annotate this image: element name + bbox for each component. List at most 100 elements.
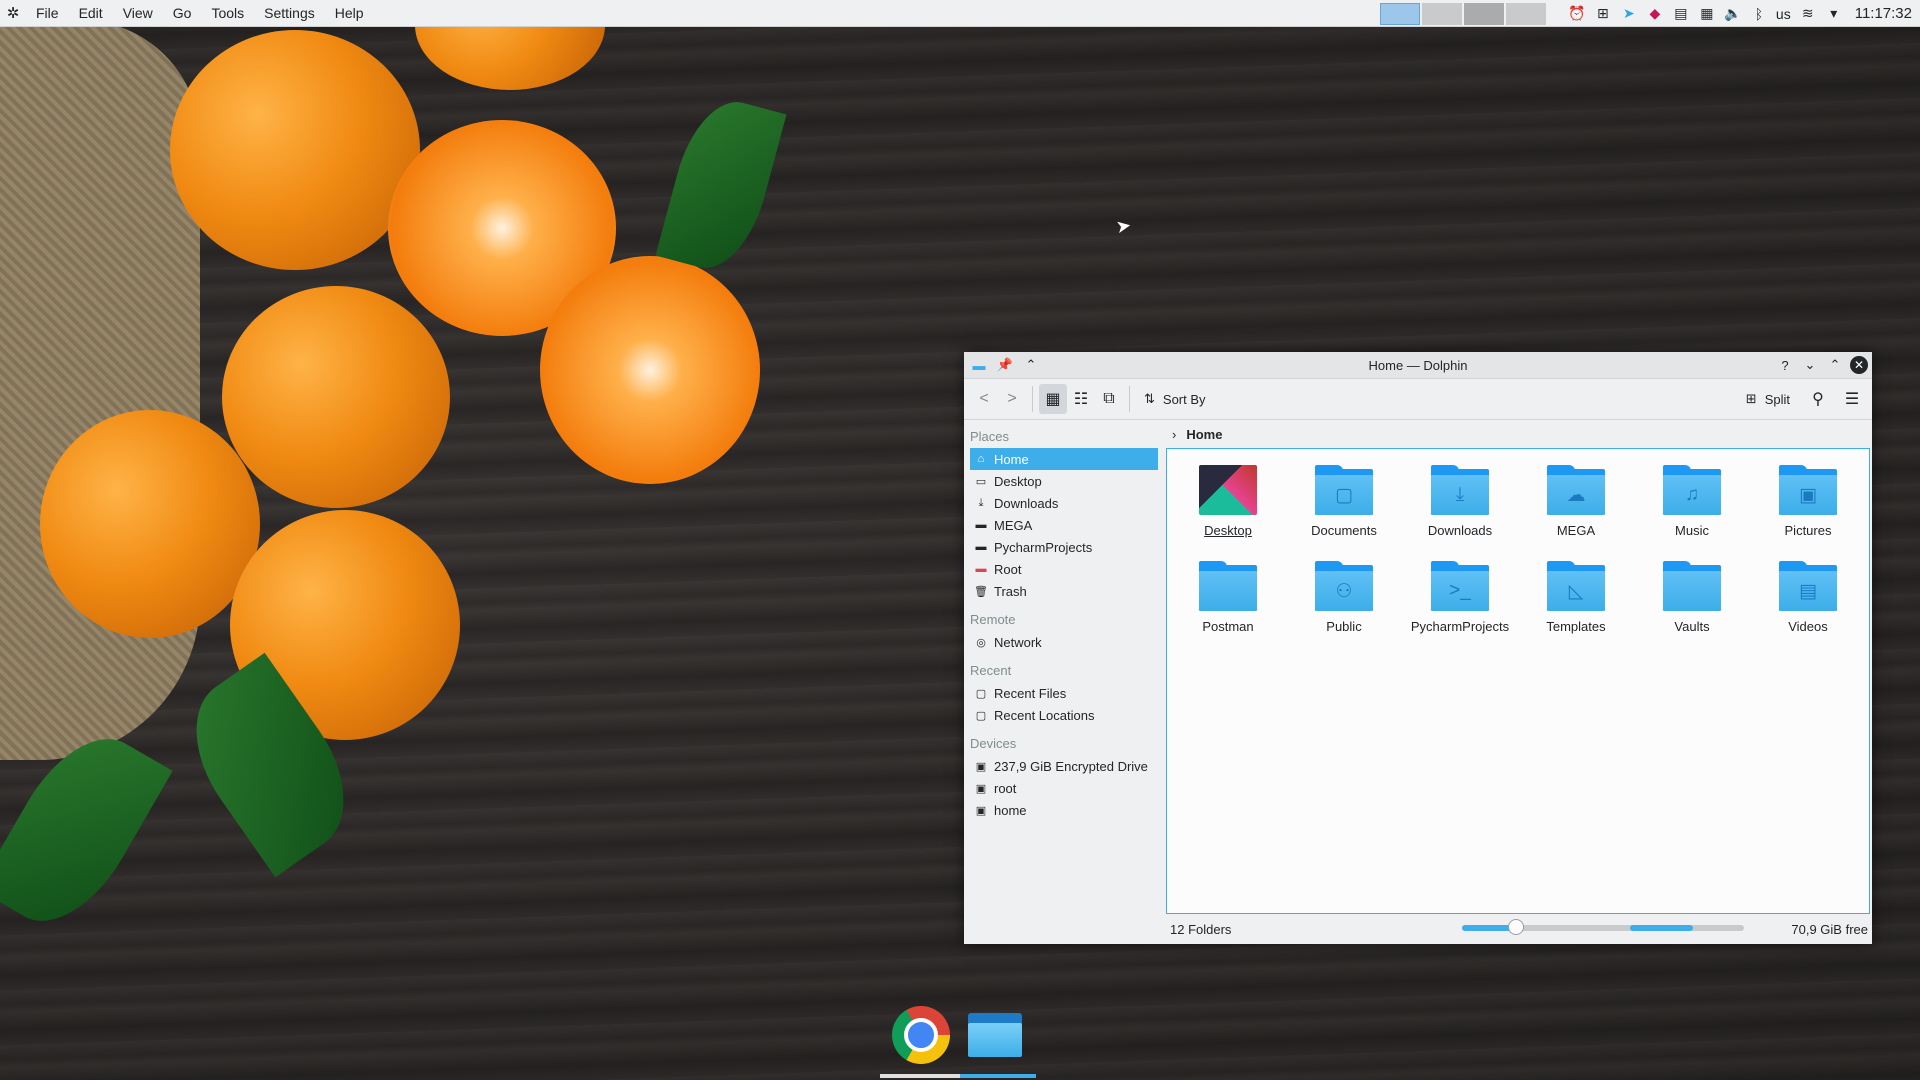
breadcrumb-current[interactable]: Home: [1186, 427, 1222, 442]
folder-postman[interactable]: Postman: [1170, 557, 1286, 653]
place-desktop[interactable]: ▭ Desktop: [970, 470, 1158, 492]
desktop-2[interactable]: [1421, 2, 1462, 25]
desktop-1[interactable]: [1379, 2, 1420, 25]
help-icon[interactable]: ?: [1775, 355, 1795, 375]
volume-icon[interactable]: 🔈: [1724, 5, 1742, 23]
place-downloads[interactable]: ⤓ Downloads: [970, 492, 1158, 514]
icons-view-button[interactable]: ▦: [1039, 384, 1067, 414]
place-label: Trash: [994, 583, 1027, 599]
window-title: Home — Dolphin: [1368, 357, 1468, 373]
folder-label: Desktop: [1204, 523, 1252, 538]
place-mega[interactable]: ▬ MEGA: [970, 514, 1158, 536]
folder-label: Documents: [1311, 523, 1377, 538]
wallpaper-orange-half: [540, 256, 760, 484]
wallpaper-leaf: [655, 91, 787, 279]
keyboard-layout[interactable]: us: [1776, 6, 1791, 22]
details-view-button[interactable]: ⧉: [1095, 384, 1123, 414]
menu-help[interactable]: Help: [325, 0, 374, 27]
menu-edit[interactable]: Edit: [69, 0, 113, 27]
trash-icon: 🗑: [974, 585, 988, 598]
place-network[interactable]: ◎ Network: [970, 631, 1158, 653]
place-root[interactable]: ▬ Root: [970, 558, 1158, 580]
folder-downloads[interactable]: ⤓ Downloads: [1402, 461, 1518, 557]
menu-go[interactable]: Go: [163, 0, 202, 27]
network-grid-icon[interactable]: ⊞: [1594, 5, 1612, 23]
place-recent-locations[interactable]: ▢ Recent Locations: [970, 704, 1158, 726]
download-icon: ⤓: [978, 496, 984, 509]
folder-desktop[interactable]: Desktop: [1170, 461, 1286, 557]
app-cube-icon[interactable]: ◆: [1646, 5, 1664, 23]
alarm-icon[interactable]: ⏰: [1568, 5, 1586, 23]
folder-icon: [1199, 561, 1257, 611]
folder-label: Music: [1675, 523, 1709, 538]
telegram-icon[interactable]: ➤: [1620, 5, 1638, 23]
forward-button[interactable]: >: [998, 384, 1026, 414]
folder-pycharmprojects[interactable]: >_ PycharmProjects: [1402, 557, 1518, 653]
recent-locations-icon: ▢: [975, 709, 987, 722]
hamburger-menu-icon[interactable]: ☰: [1838, 384, 1866, 414]
place-home[interactable]: ⌂ Home: [970, 448, 1158, 470]
pin-icon[interactable]: 📌: [995, 355, 1015, 375]
folder-music[interactable]: ♫ Music: [1634, 461, 1750, 557]
folder-vaults[interactable]: Vaults: [1634, 557, 1750, 653]
encrypted-drive-icon: ▣: [975, 760, 987, 773]
dolphin-window: ▬ 📌 ⌃ Home — Dolphin ? ⌄ ⌃ ✕ < > ▦ ☷ ⧉ ⇅…: [964, 352, 1872, 944]
place-pycharmprojects[interactable]: ▬ PycharmProjects: [970, 536, 1158, 558]
network-icon: ◎: [976, 636, 986, 649]
place-label: Network: [994, 634, 1042, 650]
folder-templates[interactable]: ◺ Templates: [1518, 557, 1634, 653]
desktop-4[interactable]: [1505, 2, 1546, 25]
back-button[interactable]: <: [970, 384, 998, 414]
zoom-slider-handle[interactable]: [1508, 919, 1524, 935]
window-titlebar[interactable]: ▬ 📌 ⌃ Home — Dolphin ? ⌄ ⌃ ✕: [964, 352, 1872, 379]
tray-expand-icon[interactable]: ▾: [1825, 5, 1843, 23]
sort-by-button[interactable]: ⇅ Sort By: [1136, 384, 1214, 414]
folder-icon: ▬: [975, 541, 987, 553]
keep-above-icon[interactable]: ⌃: [1021, 355, 1041, 375]
close-icon[interactable]: ✕: [1850, 356, 1868, 374]
maximize-icon[interactable]: ⌃: [1825, 355, 1845, 375]
system-tray: ⏰ ⊞ ➤ ◆ ▤ ▦ 🔈 ᛒ us ≋ ▾ 11:17:32: [1379, 0, 1912, 27]
folder-label: PycharmProjects: [1410, 619, 1510, 634]
chrome-launcher[interactable]: [890, 1004, 952, 1066]
place-recent-files[interactable]: ▢ Recent Files: [970, 682, 1158, 704]
device-encrypted-drive[interactable]: ▣ 237,9 GiB Encrypted Drive: [970, 755, 1158, 777]
menu-view[interactable]: View: [113, 0, 163, 27]
breadcrumb-chevron-icon[interactable]: ›: [1172, 427, 1176, 442]
folder-mega[interactable]: ☁ MEGA: [1518, 461, 1634, 557]
minimize-icon[interactable]: ⌄: [1800, 355, 1820, 375]
menu-file[interactable]: File: [26, 0, 69, 27]
folder-videos[interactable]: ▤ Videos: [1750, 557, 1866, 653]
split-button[interactable]: ⊞ Split: [1738, 384, 1798, 414]
place-label: PycharmProjects: [994, 539, 1093, 555]
file-manager-launcher[interactable]: [964, 1004, 1026, 1066]
breadcrumb[interactable]: › Home: [1166, 423, 1872, 445]
clock[interactable]: 11:17:32: [1855, 5, 1912, 22]
free-space-bar-fill: [1630, 925, 1693, 931]
folder-documents[interactable]: ▢ Documents: [1286, 461, 1402, 557]
app-launcher-icon[interactable]: ✲: [0, 4, 26, 22]
devices-icon[interactable]: ▦: [1698, 5, 1716, 23]
compact-view-button[interactable]: ☷: [1067, 384, 1095, 414]
place-trash[interactable]: 🗑 Trash: [970, 580, 1158, 602]
menu-settings[interactable]: Settings: [254, 0, 325, 27]
device-root[interactable]: ▣ root: [970, 777, 1158, 799]
folder-view[interactable]: Desktop ▢ Documents ⤓ Downloads ☁ MEGA ♫ Music ▣ P…: [1166, 448, 1870, 914]
search-icon[interactable]: ⚲: [1804, 384, 1832, 414]
menu-tools[interactable]: Tools: [201, 0, 254, 27]
folder-label: Downloads: [1427, 523, 1493, 538]
folder-public[interactable]: ⚇ Public: [1286, 557, 1402, 653]
wifi-icon[interactable]: ≋: [1799, 5, 1817, 23]
folder-icon: [1663, 561, 1721, 611]
folder-icon: ▤: [1779, 561, 1837, 611]
folder-label: Public: [1326, 619, 1362, 634]
desktop-3[interactable]: [1463, 2, 1504, 25]
recent-header: Recent: [970, 663, 1012, 678]
folder-pictures[interactable]: ▣ Pictures: [1750, 461, 1866, 557]
device-home[interactable]: ▣ home: [970, 799, 1158, 821]
clipboard-icon[interactable]: ▤: [1672, 5, 1690, 23]
zoom-slider[interactable]: [1462, 919, 1658, 935]
bluetooth-icon[interactable]: ᛒ: [1750, 5, 1768, 23]
place-label: Recent Files: [994, 685, 1067, 701]
window-app-icon[interactable]: ▬: [969, 355, 989, 375]
